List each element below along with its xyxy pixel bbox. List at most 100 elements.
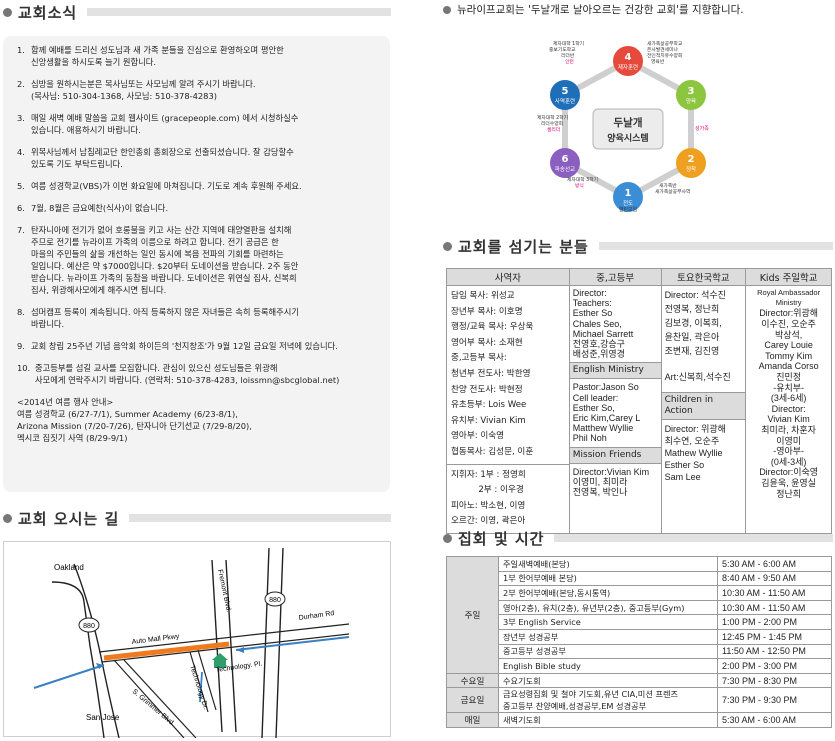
center-title: 두날개 xyxy=(614,116,643,129)
children-in-action-heading: Children in Action xyxy=(661,392,746,421)
stage-node-6: 6파송선교 xyxy=(550,148,580,178)
schedule-event: 3부 English Service xyxy=(498,614,718,630)
news-list: 1. 함께 예배를 드리신 성도님과 새 가족 분들을 진심으로 환영하오며 평안… xyxy=(17,44,380,386)
schedule-row: 금요일 금요성령집회 및 철야 기도회,유년 CIA,미션 프렌즈 중고등부 찬양… xyxy=(446,687,832,714)
schedule-row: English Bible study 2:00 PM - 3:00 PM xyxy=(447,658,832,674)
staff-header-kids: Kids 주일학교 xyxy=(745,268,832,286)
news-item: 10. 중고등부를 섬길 교사를 모집합니다. 관심이 있으신 성도님들은 위광해… xyxy=(17,362,380,386)
schedule-row: 수요일 수요기도회 7:30 PM - 8:30 PM xyxy=(446,672,832,689)
minister-entry: 행정/교육 목사: 우상욱 xyxy=(451,322,534,333)
news-item-number: 2. xyxy=(17,79,25,89)
stage-number: 2 xyxy=(688,154,695,165)
grimmer-blvd-b xyxy=(123,659,197,739)
news-item: 3. 매일 새벽 예배 말씀을 교회 웹사이트 (gracepeople.com)… xyxy=(17,112,380,136)
section-rule xyxy=(129,514,391,522)
summer-events: <2014년 여름 행사 안내> 여름 성경학교 (6/27-7/1), Sum… xyxy=(17,397,252,443)
news-item-number: 1. xyxy=(17,45,25,55)
schedule-row: 장년부 성경공부 12:45 PM - 1:45 PM xyxy=(447,628,832,645)
bullet-icon xyxy=(443,241,452,251)
stage-label: 양육 xyxy=(686,97,696,105)
schedule-day: 수요일 xyxy=(446,672,499,689)
note-bottom-left: 제자대학 3학기 방식 xyxy=(567,176,598,189)
stage-number: 6 xyxy=(562,154,569,165)
interstate-880-shield-icon: 880 xyxy=(264,591,286,607)
oakland-label: Oakland xyxy=(54,563,84,572)
news-item-text: 매일 새벽 예배 말씀을 교회 웹사이트 (gracepeople.com) 에… xyxy=(31,113,299,135)
stage-label: 파송선교 xyxy=(555,165,575,173)
map-section-header: 교회 오시는 길 xyxy=(3,507,391,529)
schedule-row: 3부 English Service 1:00 PM - 2:00 PM xyxy=(447,614,832,630)
arrow-from-east xyxy=(235,636,350,651)
stage-label: 제자훈련 xyxy=(618,63,638,71)
bullet-icon xyxy=(3,7,12,17)
schedule-time: 8:40 AM - 9:50 AM xyxy=(717,570,832,587)
technology-dr-label: Technology Dr. xyxy=(188,664,209,710)
schedule-event: 장년부 성경공부 xyxy=(498,628,718,645)
english-ministry-heading: English Ministry xyxy=(569,362,661,380)
stage-label: 사역훈련 xyxy=(555,97,575,105)
youth-director: Director: xyxy=(572,288,607,298)
schedule-day: 매일 xyxy=(446,712,499,728)
arrow-head-icon xyxy=(236,647,244,653)
news-item-text: 중고등부를 섬길 교사를 모집합니다. 관심이 있으신 성도님들은 위광해 사모… xyxy=(35,363,340,385)
stage-node-2: 2정착 xyxy=(676,148,706,178)
news-item: 6. 7월, 8월은 금요예찬(식사)이 없습니다. xyxy=(17,202,380,214)
section-rule xyxy=(598,242,833,250)
fremont-blvd-label: Fremont Blvd. xyxy=(216,569,232,613)
news-item-text: 위목사님께서 남침례교단 한인총회 총회장으로 선출되셨습니다. 잘 감당할수 … xyxy=(31,147,294,169)
minister-entry: 청년부 전도사: 박한영 xyxy=(451,368,531,379)
schedule-time: 5:30 AM - 6:00 AM xyxy=(717,712,832,728)
minister-entry: 영어부 목사: 소재현 xyxy=(451,337,523,348)
news-item-text: 심방을 원하시는분은 목사님또는 사모님께 알려 주시기 바랍니다. (목사님:… xyxy=(31,79,256,101)
english-ministry-list: Pastor:Jason So Cell leader: Esther So, … xyxy=(572,382,641,444)
schedule-row: 중고등부 성경공부 11:50 AM - 12:50 PM xyxy=(447,643,832,660)
staff-header-ministers: 사역자 xyxy=(446,268,570,286)
section-rule xyxy=(554,534,833,542)
kids-list: Director:위광해 이수진, 오순주 박상석, Carey Louie T… xyxy=(758,308,819,499)
staff-header-youth: 중,고등부 xyxy=(568,268,662,286)
news-item-number: 3. xyxy=(17,113,25,123)
svg-text:880: 880 xyxy=(269,597,281,604)
korean-school-cell: Director: 석수진 전영복, 정난희 김보경, 이복희, 윤찬일, 곽은… xyxy=(660,285,747,534)
schedule-section-header: 집회 및 시간 xyxy=(443,527,833,549)
note-bottom: 열린모임 xyxy=(619,206,637,213)
news-item: 5. 여름 성경학교(VBS)가 이번 화요일에 마쳐집니다. 기도로 계속 후원… xyxy=(17,180,380,192)
royal-ambassador-heading: Royal Ambassador Ministry xyxy=(757,288,821,308)
minister-entry: 영아부: 이숙영 xyxy=(451,431,505,442)
bullet-icon xyxy=(443,5,451,14)
news-section-header: 교회소식 xyxy=(3,1,391,23)
stage-node-4: 4제자훈련 xyxy=(613,46,643,76)
schedule-row: 2부 한어부예배(본당,동시통역) 10:30 AM - 11:50 AM xyxy=(447,585,832,601)
ministers-cell: 담임 목사: 위성교 장년부 목사: 이호명 행정/교육 목사: 우상욱 영어부 목사… xyxy=(446,285,570,534)
news-item-text: 여름 성경학교(VBS)가 이번 화요일에 마쳐집니다. 기도로 계속 후원해 … xyxy=(31,181,302,191)
schedule-time: 7:30 PM - 8:30 PM xyxy=(717,672,832,689)
note-top-left: 제자대학 1학기 중보기도학교 리더반 인턴 xyxy=(549,40,584,65)
news-item: 7. 탄자니아에 전기가 없어 호롱불을 키고 사는 산간 지역에 태양열판을 설… xyxy=(17,224,380,296)
san-jose-label: San Jose xyxy=(86,713,120,722)
news-box: 1. 함께 예배를 드리신 성도님과 새 가족 분들을 진심으로 환영하오며 평안… xyxy=(3,36,390,492)
stage-node-5: 5사역훈련 xyxy=(550,80,580,110)
bullet-icon xyxy=(443,533,452,543)
schedule-time: 10:30 AM - 11:50 AM xyxy=(717,599,832,616)
news-item-text: 탄자니아에 전기가 없어 호롱불을 키고 사는 산간 지역에 태양열판을 설치해… xyxy=(31,225,299,295)
news-item-number: 4. xyxy=(17,147,25,157)
art-line: Art:신복희,석수진 xyxy=(664,372,731,382)
music-staff-entry: 2부 : 이우경 xyxy=(451,485,524,496)
schedule-title: 집회 및 시간 xyxy=(458,529,545,548)
stage-number: 5 xyxy=(562,86,569,97)
news-item: 8. 섬머캠프 등록이 계속됩니다. 아직 등록하지 않은 자녀들은 속히 등록해… xyxy=(17,306,380,330)
schedule-event: 중고등부 성경공부 xyxy=(498,643,718,660)
schedule-time: 12:45 PM - 1:45 PM xyxy=(717,628,832,645)
schedule-time: 1:00 PM - 2:00 PM xyxy=(717,614,832,630)
news-item-text: 함께 예배를 드리신 성도님과 새 가족 분들을 진심으로 환영하오며 평안한 … xyxy=(31,45,284,67)
youth-teachers: Teachers: Esther So Chales Seo, Michael … xyxy=(572,298,634,360)
durham-label: Durham Rd xyxy=(298,610,335,622)
news-item-number: 6. xyxy=(17,203,25,213)
news-item-number: 7. xyxy=(17,225,25,235)
two-wings-diagram: 두날개 양육시스템 1 전도 2 정착 3 양육 4 제자훈련 5 사역훈련 6 파송선교 제자대학 … xyxy=(531,33,726,225)
stage-number: 4 xyxy=(625,52,632,63)
church-motto: 뉴라이프교회는 '두날개로 날아오르는 건강한 교회'를 지향합니다. xyxy=(443,2,744,17)
news-item-text: 교회 창립 25주년 기념 음악회 하이든의 '천지창조'가 9월 12일 금요… xyxy=(31,341,338,351)
korean-school-list: Director: 석수진 전영복, 정난희 김보경, 이복희, 윤찬일, 곽은… xyxy=(664,290,726,356)
kids-cell: Royal Ambassador Ministry Director:위광해 이… xyxy=(745,285,832,534)
